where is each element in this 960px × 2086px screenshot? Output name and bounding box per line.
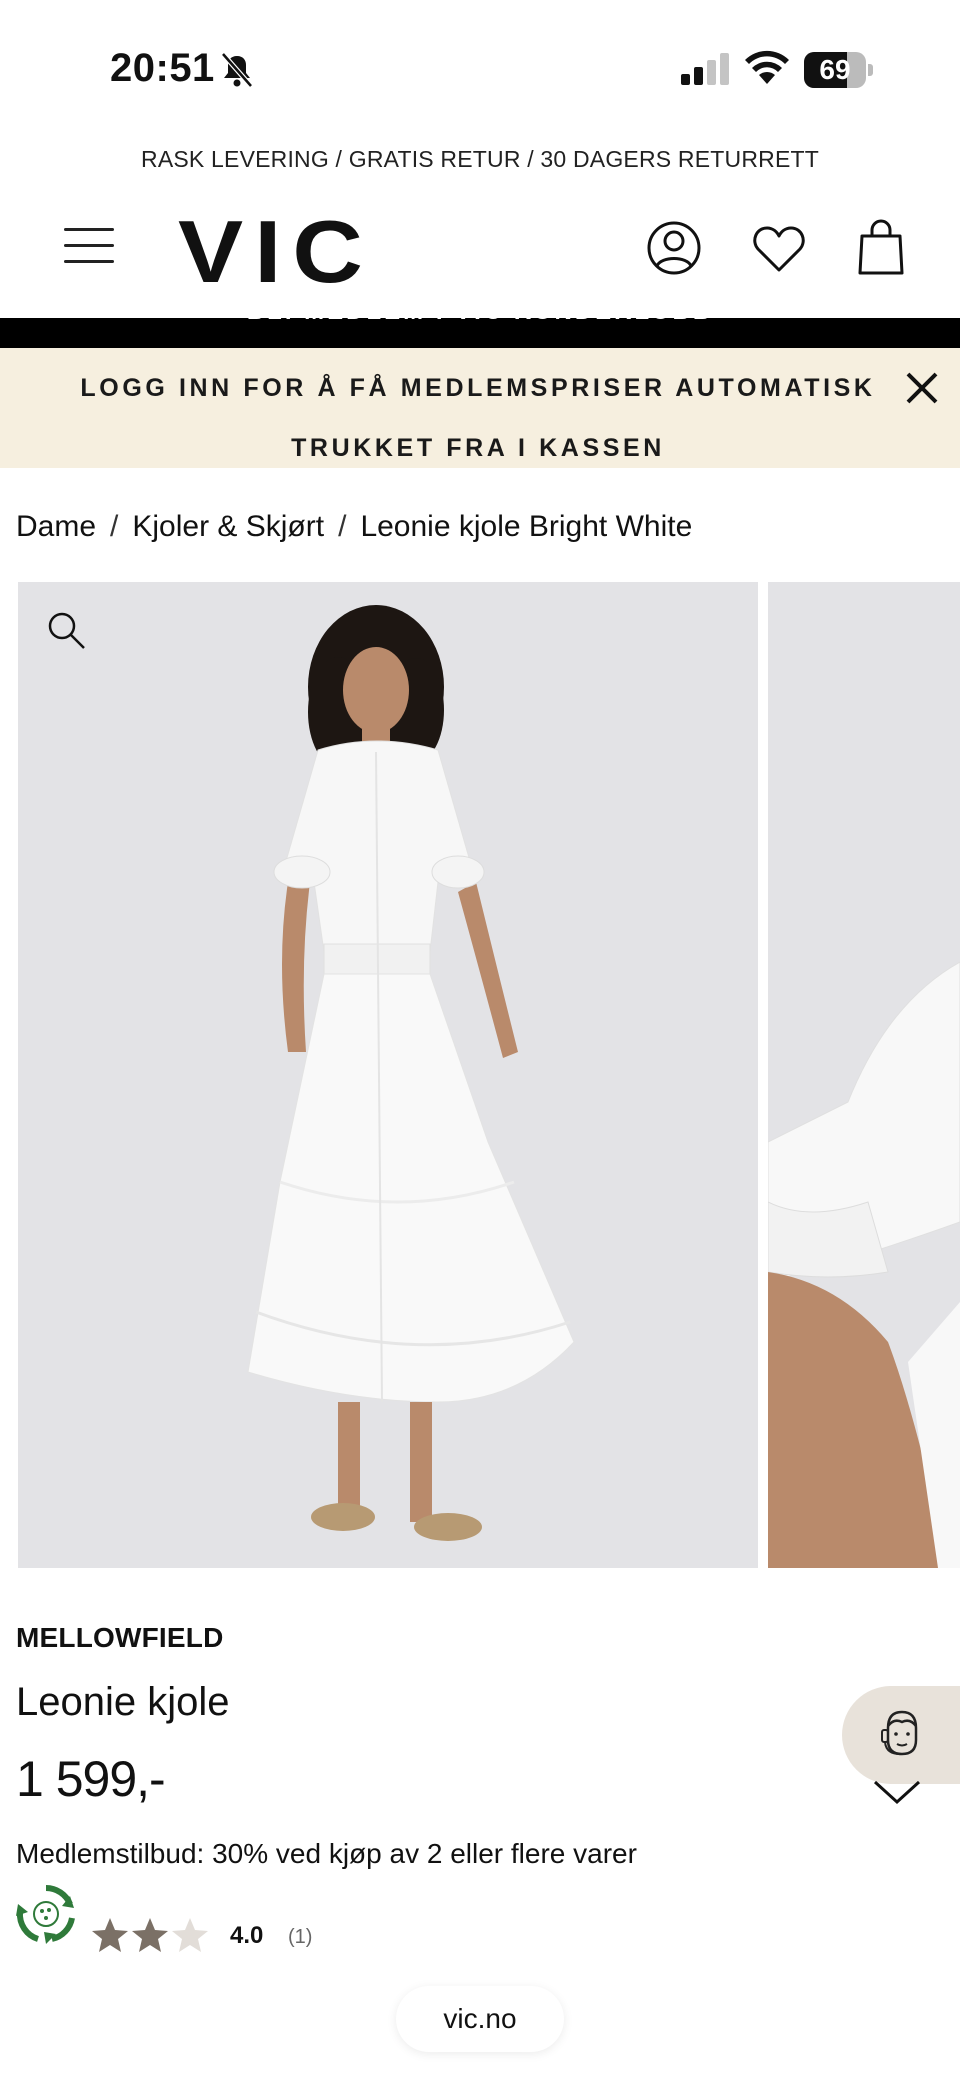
status-time: 20:51 xyxy=(110,46,215,90)
breadcrumb-separator: / xyxy=(110,510,119,543)
product-image-second[interactable] xyxy=(768,582,960,1568)
shopping-bag-icon[interactable] xyxy=(856,218,906,276)
account-icon[interactable] xyxy=(646,220,702,276)
cellular-signal-icon xyxy=(681,53,729,85)
browser-url-pill[interactable]: vic.no xyxy=(396,1986,564,2052)
sustainability-icon[interactable] xyxy=(16,1884,76,1944)
rating-count[interactable]: (1) xyxy=(288,1926,312,1949)
vic-logo[interactable]: VIC xyxy=(178,214,378,286)
rating-value: 4.0 xyxy=(230,1922,264,1949)
logo-text: VIC xyxy=(178,214,374,286)
product-brand[interactable]: MELLOWFIELD xyxy=(16,1622,224,1654)
battery-tip xyxy=(868,64,873,76)
breadcrumb-separator: / xyxy=(338,510,347,543)
bell-muted-icon xyxy=(221,52,253,88)
battery-indicator: 69 xyxy=(804,52,874,88)
menu-icon[interactable] xyxy=(64,226,114,266)
promo-line: RASK LEVERING / GRATIS RETUR / 30 DAGERS… xyxy=(141,146,819,172)
member-banner-text: BLI MEDLEM I VIC KUNDEKLUBB xyxy=(0,318,960,326)
breadcrumb: Dame / Kjoler & Skjørt / Leonie kjole Bright… xyxy=(16,510,692,544)
chevron-down-icon[interactable] xyxy=(872,1778,922,1806)
login-notice: LOGG INN FOR Å FÅ MEDLEMSPRISER AUTOMATI… xyxy=(0,348,960,468)
close-icon[interactable] xyxy=(900,366,944,410)
wifi-icon xyxy=(745,50,789,84)
product-price: 1 599,- xyxy=(16,1751,166,1807)
product-image-main[interactable] xyxy=(18,582,758,1568)
zoom-icon[interactable] xyxy=(44,608,88,652)
member-banner[interactable]: BLI MEDLEM I VIC KUNDEKLUBB xyxy=(0,318,960,348)
star-1-icon xyxy=(92,1918,128,1952)
breadcrumb-item-kjoler[interactable]: Kjoler & Skjørt xyxy=(132,510,324,543)
star-2-icon xyxy=(132,1918,168,1952)
product-gallery[interactable] xyxy=(18,582,960,1568)
breadcrumb-item-dame[interactable]: Dame xyxy=(16,510,96,543)
breadcrumb-item-current: Leonie kjole Bright White xyxy=(360,510,693,543)
login-notice-text: LOGG INN FOR Å FÅ MEDLEMSPRISER AUTOMATI… xyxy=(80,374,876,462)
battery-percent: 69 xyxy=(819,54,851,85)
site-header: VIC xyxy=(0,196,960,318)
model-in-white-dress-illustration xyxy=(18,582,758,1568)
product-name: Leonie kjole xyxy=(16,1680,230,1724)
customer-service-chat-button[interactable] xyxy=(842,1686,960,1784)
support-agent-icon xyxy=(881,1710,918,1756)
star-3-icon xyxy=(172,1918,208,1952)
status-bar: 20:51 69 xyxy=(0,0,960,120)
member-offer-text: Medlemstilbud: 30% ved kjøp av 2 eller f… xyxy=(16,1838,637,1869)
wishlist-heart-icon[interactable] xyxy=(752,224,806,274)
rating-stars[interactable] xyxy=(92,1916,212,1956)
sleeve-detail-illustration xyxy=(768,582,960,1568)
